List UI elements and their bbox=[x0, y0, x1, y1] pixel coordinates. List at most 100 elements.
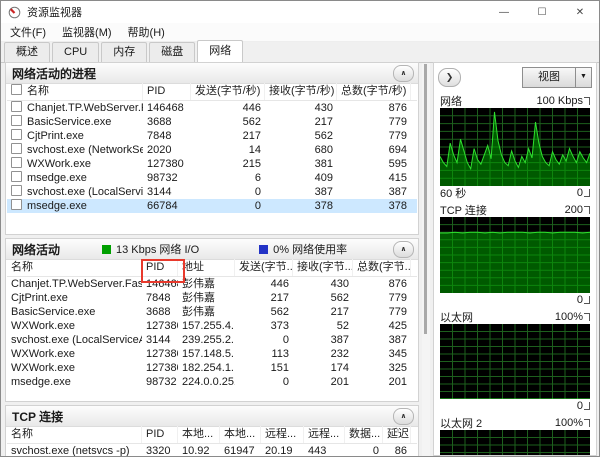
table-cell: svchost.exe (LocalServiceAnd... bbox=[11, 334, 142, 346]
table-cell: 98732 bbox=[147, 172, 178, 184]
collapse-button[interactable]: ∧ bbox=[393, 407, 414, 425]
collapse-button[interactable]: ∧ bbox=[393, 64, 414, 82]
row-checkbox[interactable] bbox=[11, 101, 22, 112]
table-cell: Chanjet.TP.WebServer.Fast... bbox=[7, 101, 143, 115]
table-cell: 409 bbox=[314, 172, 333, 184]
table-row[interactable]: BasicService.exe 3688 彭伟嘉 562 217 779 bbox=[7, 305, 417, 319]
title-bar: 资源监视器 — ☐ ✕ bbox=[1, 1, 599, 23]
row-checkbox[interactable] bbox=[11, 199, 22, 210]
row-checkbox[interactable] bbox=[11, 171, 22, 182]
app-icon bbox=[8, 6, 21, 19]
column-header[interactable]: 发送(字节/秒) bbox=[191, 83, 265, 100]
column-header[interactable]: 地址 bbox=[178, 259, 235, 276]
scale-bracket bbox=[584, 205, 590, 214]
maximize-button[interactable]: ☐ bbox=[523, 1, 561, 23]
table-row[interactable]: Chanjet.TP.WebServer.Fast... 146468 446 430… bbox=[7, 101, 417, 115]
table-cell: 215 bbox=[242, 158, 261, 170]
table-row[interactable]: svchost.exe (NetworkServic... 2020 14 680 69… bbox=[7, 143, 417, 157]
column-header[interactable]: 接收(字节... bbox=[293, 259, 353, 276]
table-row[interactable]: CjtPrint.exe 7848 彭伟嘉 217 562 779 bbox=[7, 291, 417, 305]
graphs-panel-header: ❯ 视图 ▼ bbox=[434, 63, 596, 91]
select-all-checkbox[interactable] bbox=[11, 84, 22, 95]
table-cell: 98732 bbox=[146, 376, 177, 388]
table-row[interactable]: msedge.exe 98732 6 409 415 bbox=[7, 171, 417, 185]
column-header[interactable]: 接收(字节/秒) bbox=[265, 83, 337, 100]
table-cell: 20.19 bbox=[265, 445, 293, 457]
row-checkbox[interactable] bbox=[11, 129, 22, 140]
section-header[interactable]: 网络活动 13 Kbps 网络 I/O 0% 网络使用率 ∧ bbox=[6, 239, 418, 260]
column-header[interactable]: 发送(字节... bbox=[235, 259, 293, 276]
legend-network-usage: 0% 网络使用率 bbox=[259, 241, 347, 257]
table-row[interactable]: WXWork.exe 127380 157.255.4... 373 52 425 bbox=[7, 319, 417, 333]
column-header[interactable]: 名称 bbox=[7, 426, 142, 443]
row-checkbox[interactable] bbox=[11, 157, 22, 168]
column-header[interactable]: 延迟...∧ bbox=[383, 426, 411, 443]
table-cell: 446 bbox=[242, 102, 261, 114]
table-row[interactable]: Chanjet.TP.WebServer.FastCgi...146468彭伟嘉… bbox=[7, 277, 417, 291]
section-header[interactable]: TCP 连接 ∧ bbox=[6, 406, 418, 427]
tab-memory[interactable]: 内存 bbox=[101, 42, 148, 62]
table-row[interactable]: msedge.exe 66784 0 378 378 bbox=[7, 199, 417, 213]
table-cell: 680 bbox=[314, 144, 333, 156]
column-header[interactable]: 远程... bbox=[304, 426, 345, 443]
column-header[interactable]: 总数(字节/秒) ∧ bbox=[337, 83, 411, 100]
table-cell: msedge.exe bbox=[7, 199, 143, 213]
collapse-panel-button[interactable]: ❯ bbox=[438, 67, 461, 87]
table-cell: 239.255.2... bbox=[182, 334, 235, 346]
table-cell: 146468 bbox=[147, 102, 184, 114]
scale-bracket bbox=[584, 296, 590, 304]
sort-indicator-icon: ∧ bbox=[395, 428, 400, 434]
column-header[interactable]: 名称 bbox=[7, 259, 142, 276]
table-row[interactable]: svchost.exe (LocalServiceA... 3144 0 387 387 bbox=[7, 185, 417, 199]
close-button[interactable]: ✕ bbox=[561, 1, 599, 23]
legend-network-io: 13 Kbps 网络 I/O bbox=[102, 241, 199, 257]
table-cell: 381 bbox=[314, 158, 333, 170]
table-cell: 430 bbox=[314, 102, 333, 114]
scrollbar-thumb[interactable] bbox=[424, 64, 427, 334]
tab-cpu[interactable]: CPU bbox=[52, 42, 100, 62]
chevron-up-icon: ∧ bbox=[400, 246, 407, 253]
column-header[interactable]: 本地... bbox=[178, 426, 220, 443]
section-tcp-connections: TCP 连接 ∧ 名称 PID 本地... 本地... 远程... 远程... 数据... 延… bbox=[5, 405, 419, 457]
table-row[interactable]: svchost.exe (netsvcs -p) 3320 10.92 61947 20… bbox=[7, 444, 417, 457]
menu-item-monitor[interactable]: 监视器(M) bbox=[62, 24, 112, 40]
view-dropdown-button[interactable]: ▼ bbox=[575, 67, 591, 87]
menu-item-file[interactable]: 文件(F) bbox=[10, 24, 46, 40]
vertical-scrollbar[interactable] bbox=[422, 63, 430, 456]
table-cell: 157.148.5... bbox=[182, 348, 235, 360]
table-row[interactable]: WXWork.exe 127380 157.148.5... 113 232 345 bbox=[7, 347, 417, 361]
table-cell: 562 bbox=[330, 292, 349, 304]
table-cell: 373 bbox=[270, 320, 289, 332]
table-row[interactable]: BasicService.exe 3688 562 217 779 bbox=[7, 115, 417, 129]
tab-disk[interactable]: 磁盘 bbox=[149, 42, 196, 62]
view-button[interactable]: 视图 ▼ bbox=[522, 66, 592, 88]
table-row[interactable]: WXWork.exe 127380 215 381 595 bbox=[7, 157, 417, 171]
row-checkbox[interactable] bbox=[11, 185, 22, 196]
column-header[interactable]: 数据... bbox=[345, 426, 383, 443]
table-row[interactable]: msedge.exe 98732 224.0.0.251 0 201 201 bbox=[7, 375, 417, 389]
graph-footer-left: 60 秒 bbox=[440, 188, 467, 200]
tab-overview[interactable]: 概述 bbox=[4, 42, 50, 62]
table-row[interactable]: WXWork.exe 127380 182.254.1... 151 174 325 bbox=[7, 361, 417, 375]
table-cell: CjtPrint.exe bbox=[11, 292, 68, 304]
tab-network[interactable]: 网络 bbox=[197, 40, 244, 63]
table-row[interactable]: CjtPrint.exe 7848 217 562 779 bbox=[7, 129, 417, 143]
section-network-processes: 网络活动的进程 ∧ 名称 PID 发送(字节/秒) 接收(字节/秒) 总数(字节/秒) ∧… bbox=[5, 62, 419, 235]
table-row[interactable]: svchost.exe (LocalServiceAnd... 3144 239.2… bbox=[7, 333, 417, 347]
column-header[interactable]: 名称 bbox=[7, 83, 143, 100]
column-header[interactable]: 总数(字节... ∧ bbox=[353, 259, 411, 276]
window-title: 资源监视器 bbox=[27, 7, 82, 19]
collapse-button[interactable]: ∧ bbox=[393, 240, 414, 258]
row-checkbox[interactable] bbox=[11, 143, 22, 154]
row-checkbox[interactable] bbox=[11, 115, 22, 126]
column-header[interactable]: PID bbox=[143, 83, 191, 100]
menu-item-help[interactable]: 帮助(H) bbox=[128, 24, 165, 40]
scale-bracket bbox=[584, 189, 590, 197]
table-cell: 562 bbox=[270, 306, 289, 318]
minimize-button[interactable]: — bbox=[485, 1, 523, 23]
table-cell: 415 bbox=[388, 172, 407, 184]
section-header[interactable]: 网络活动的进程 ∧ bbox=[6, 63, 418, 84]
column-header[interactable]: 远程... bbox=[261, 426, 304, 443]
column-header[interactable]: PID bbox=[142, 426, 178, 443]
column-header[interactable]: 本地... bbox=[220, 426, 261, 443]
